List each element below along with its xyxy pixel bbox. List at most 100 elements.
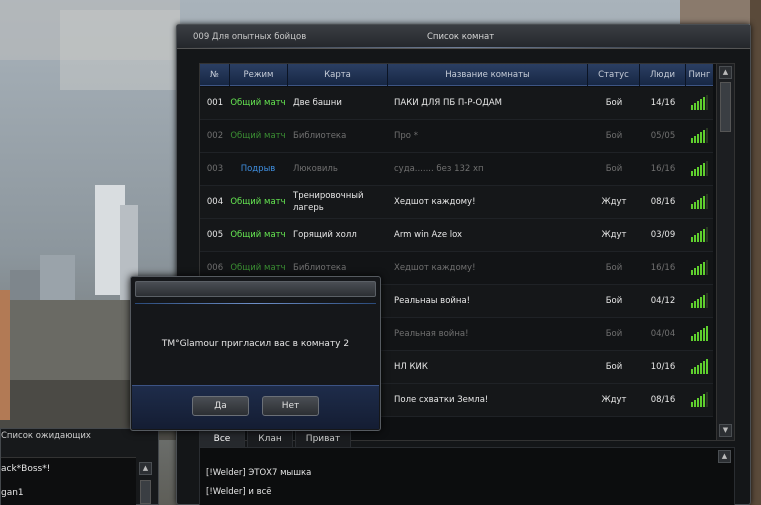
waiting-scroll-up-button[interactable]: ▲ — [139, 462, 152, 475]
ping-bar — [697, 398, 699, 407]
ping-bar — [691, 303, 693, 308]
waiting-list[interactable]: ack*Boss*! gan1 — [1, 457, 136, 505]
ping-bar — [697, 332, 699, 341]
ping-bar — [700, 165, 702, 176]
ping-bar — [706, 260, 708, 275]
window-title: Список комнат — [427, 32, 495, 42]
ping-bar — [691, 171, 693, 176]
room-status: Бой — [605, 263, 623, 273]
scroll-down-button[interactable]: ▼ — [719, 424, 732, 437]
ping-bar — [703, 361, 705, 374]
room-people: 08/16 — [650, 197, 676, 207]
column-header-map[interactable]: Карта — [288, 64, 388, 86]
ping-bar — [700, 198, 702, 209]
room-name: Arm win Aze lox — [394, 230, 463, 240]
room-map: Люковиль — [293, 164, 338, 174]
tab-private[interactable]: Приват — [295, 430, 351, 447]
ping-bar — [700, 330, 702, 341]
tab-clan[interactable]: Клан — [247, 430, 293, 447]
room-status: Ждут — [601, 230, 627, 240]
dialog-footer: Да Нет — [132, 385, 379, 429]
column-header-mode[interactable]: Режим — [230, 64, 288, 86]
ping-bar — [703, 196, 705, 209]
column-header-number[interactable]: № — [200, 64, 230, 86]
room-name: Реальная война! — [394, 329, 469, 339]
tab-all[interactable]: Все — [199, 430, 245, 447]
room-people: 04/04 — [650, 329, 676, 339]
waiting-player[interactable]: ack*Boss*! — [1, 464, 50, 474]
ping-bar — [691, 138, 693, 143]
invite-dialog: TM°Glamour пригласил вас в комнату 2 Да … — [130, 276, 381, 431]
room-number: 005 — [206, 230, 224, 240]
ping-bar — [706, 293, 708, 308]
ping-bar — [694, 202, 696, 209]
room-list-scrollbar[interactable]: ▲ ▼ — [716, 64, 734, 440]
title-bar: 009 Для опытных бойцов Список комнат — [177, 25, 750, 49]
ping-bar — [691, 237, 693, 242]
ping-bar — [697, 299, 699, 308]
room-mode: Общий матч — [230, 98, 286, 108]
ping-bar — [691, 402, 693, 407]
room-row[interactable]: 001 Общий матч Две башни ПАКИ ДЛЯ ПБ П-Р-ОД… — [200, 87, 713, 120]
ping-indicator-icon — [686, 252, 713, 284]
room-name: суда....... без 132 хп — [394, 164, 484, 174]
room-mode: Подрыв — [240, 164, 276, 174]
room-row[interactable]: 003 Подрыв Люковиль суда....... без 132 хп Б… — [200, 153, 713, 186]
waiting-scroll-thumb[interactable] — [140, 480, 151, 504]
accept-button[interactable]: Да — [192, 396, 249, 416]
ping-bar — [706, 161, 708, 176]
column-header-ping[interactable]: Пинг — [686, 64, 713, 86]
ping-bar — [694, 334, 696, 341]
dialog-title-bar — [135, 281, 376, 297]
ping-bar — [703, 295, 705, 308]
scroll-up-button[interactable]: ▲ — [719, 66, 732, 79]
ping-bar — [706, 359, 708, 374]
room-name: Хедшот каждому! — [394, 263, 476, 273]
ping-indicator-icon — [686, 384, 713, 416]
room-number: 003 — [206, 164, 224, 174]
chat-log[interactable]: [!Welder] ЭТОХ7 мышка [!Welder] и всё ▲ — [199, 447, 735, 505]
room-mode: Общий матч — [230, 131, 286, 141]
decline-button[interactable]: Нет — [262, 396, 319, 416]
room-name: Поле схватки Земла! — [394, 395, 489, 405]
ping-bar — [694, 268, 696, 275]
ping-bar — [706, 128, 708, 143]
room-row[interactable]: 004 Общий матч Тренировочный лагерь Хедшот … — [200, 186, 713, 219]
waiting-list-panel: Список ожидающих ack*Boss*! gan1 ▲ — [0, 428, 159, 505]
room-mode: Общий матч — [230, 197, 286, 207]
ping-bar — [697, 266, 699, 275]
column-header-room-name[interactable]: Название комнаты — [388, 64, 588, 86]
ping-bar — [700, 363, 702, 374]
ping-bar — [691, 369, 693, 374]
room-row[interactable]: 002 Общий матч Библиотека Про * Бой 05/05 — [200, 120, 713, 153]
column-header-status[interactable]: Статус — [588, 64, 640, 86]
ping-bar — [700, 396, 702, 407]
waiting-player[interactable]: gan1 — [1, 488, 24, 498]
ping-bar — [694, 367, 696, 374]
chat-scroll-up-button[interactable]: ▲ — [718, 450, 731, 463]
ping-bar — [697, 167, 699, 176]
column-header-people[interactable]: Люди — [640, 64, 686, 86]
ping-bar — [697, 233, 699, 242]
room-status: Бой — [605, 98, 623, 108]
room-map: Горящий холл — [293, 230, 357, 240]
room-row[interactable]: 005 Общий матч Горящий холл Arm win Aze lox… — [200, 219, 713, 252]
ping-bar — [694, 169, 696, 176]
room-people: 03/09 — [650, 230, 676, 240]
ping-bar — [700, 231, 702, 242]
ping-bar — [691, 336, 693, 341]
room-number: 004 — [206, 197, 224, 207]
room-number: 002 — [206, 131, 224, 141]
ping-indicator-icon — [686, 87, 713, 119]
ping-bar — [703, 97, 705, 110]
room-number: 001 — [206, 98, 224, 108]
room-map: Две башни — [293, 98, 342, 108]
table-header: № Режим Карта Название комнаты Статус Лю… — [200, 64, 713, 86]
ping-bar — [694, 400, 696, 407]
ping-indicator-icon — [686, 318, 713, 350]
room-status: Ждут — [601, 395, 627, 405]
scroll-thumb[interactable] — [720, 82, 731, 132]
room-name: Про * — [394, 131, 418, 141]
room-mode: Общий матч — [230, 230, 286, 240]
room-status: Ждут — [601, 197, 627, 207]
